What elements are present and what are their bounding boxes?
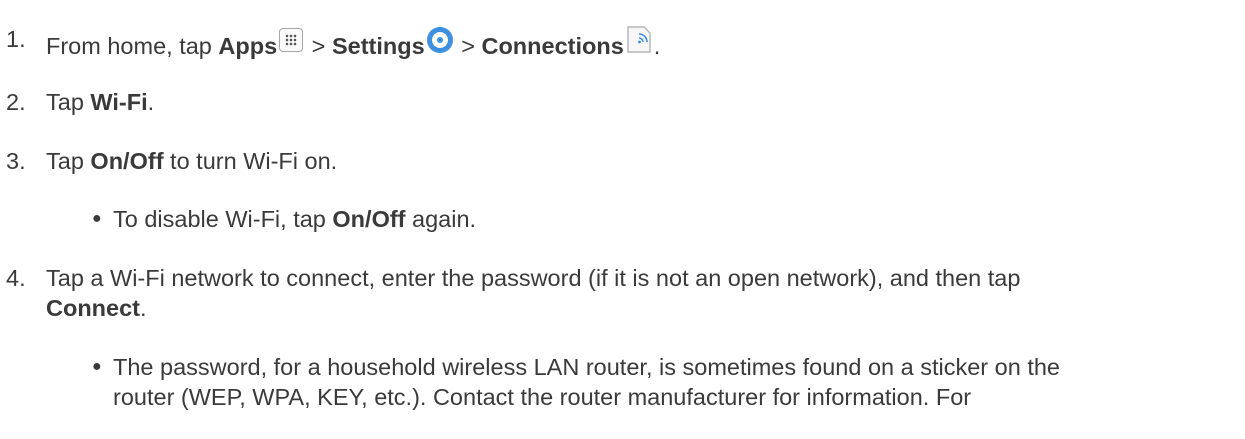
bullet-dot: ●: [92, 210, 102, 227]
on-off-label: On/Off: [332, 206, 406, 232]
step-text: Tap a Wi-Fi network to connect, enter th…: [46, 265, 1021, 321]
step-text: Tap On/Off to turn Wi-Fi on.: [46, 148, 338, 174]
step-number: 2.: [6, 89, 26, 115]
step-4: 4. Tap a Wi-Fi network to connect, enter…: [6, 263, 1236, 327]
step-text: From home, tap Apps > Settings > Connect…: [46, 24, 1236, 61]
step-3: 3. Tap On/Off to turn Wi-Fi on.: [6, 146, 1236, 178]
step-number: 1.: [6, 26, 26, 52]
step-number: 4.: [6, 265, 26, 291]
bullet-dot: ●: [92, 358, 102, 375]
settings-label: Settings: [331, 33, 425, 59]
apps-grid-icon: [279, 28, 304, 52]
step-number: 3.: [6, 148, 26, 174]
on-off-label: On/Off: [90, 148, 164, 174]
settings-gear-icon: [426, 27, 453, 53]
step-1: 1. From home, tap Apps > Settings > Conn…: [6, 24, 1236, 60]
instructions-page: 1. From home, tap Apps > Settings > Conn…: [0, 0, 1245, 439]
step-4-bullet: ● The password, for a household wireless…: [92, 352, 1232, 416]
connect-label: Connect: [46, 295, 140, 321]
connections-icon: [627, 26, 651, 53]
step-2: 2. Tap Wi-Fi.: [6, 87, 1236, 119]
wifi-label: Wi-Fi: [90, 89, 148, 115]
connections-label: Connections: [481, 33, 624, 59]
step-text: Tap Wi-Fi.: [46, 89, 155, 115]
bullet-text: The password, for a household wireless L…: [113, 354, 1060, 410]
apps-label: Apps: [218, 33, 278, 59]
bullet-text: To disable Wi-Fi, tap On/Off again.: [113, 206, 477, 232]
step-3-bullet: ● To disable Wi-Fi, tap On/Off again.: [92, 204, 1232, 236]
